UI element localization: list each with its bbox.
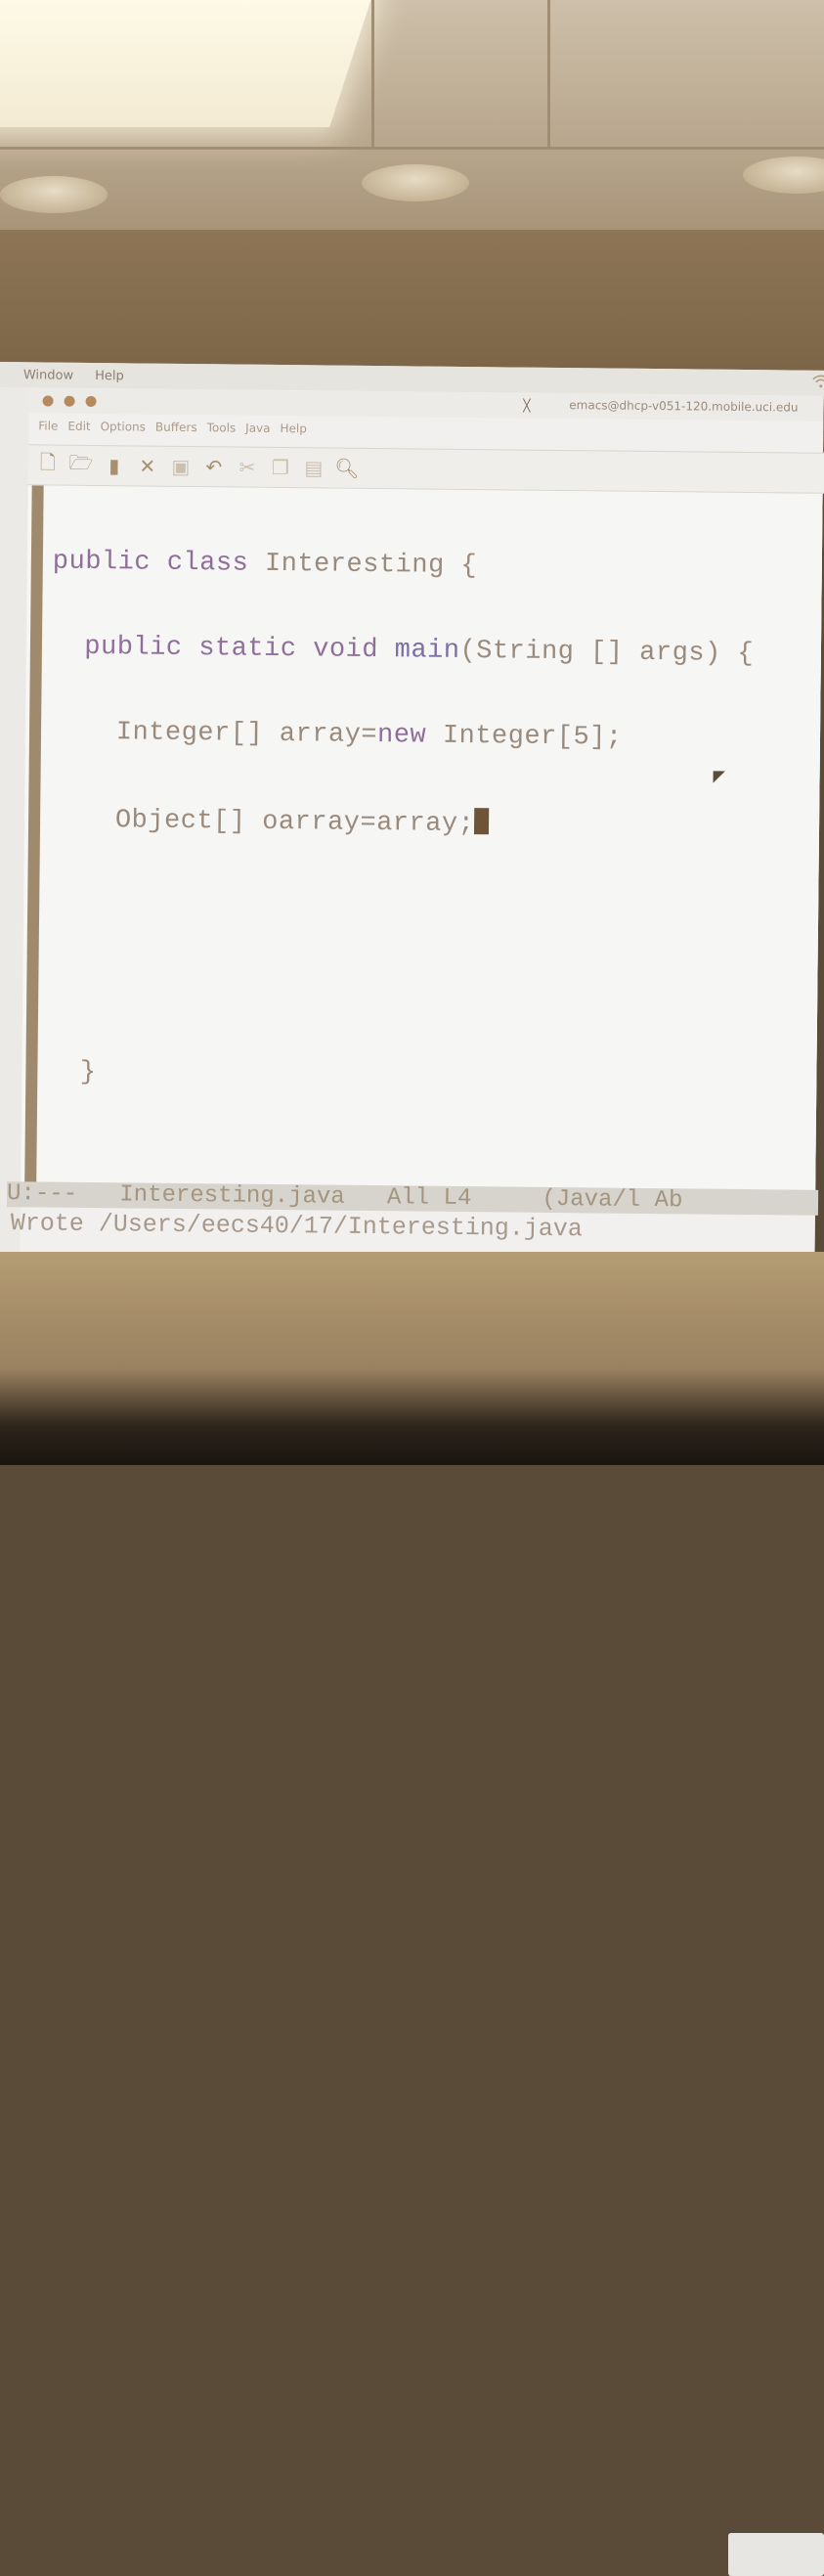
code-line: } bbox=[47, 1057, 749, 1095]
close-icon[interactable]: ✕ bbox=[136, 453, 159, 478]
code-text: } bbox=[47, 1057, 97, 1088]
menu-help[interactable]: Help bbox=[280, 422, 307, 435]
code-text: Integer[5]; bbox=[426, 721, 623, 753]
ceiling-tile-line bbox=[547, 0, 550, 147]
copy-icon[interactable]: ❐ bbox=[269, 455, 292, 480]
menu-buffers[interactable]: Buffers bbox=[155, 421, 197, 434]
code-text: Interesting { bbox=[248, 549, 478, 582]
new-file-icon[interactable]: 🗋 bbox=[36, 450, 60, 477]
ceiling-fixture bbox=[743, 156, 824, 194]
x11-icon: ╳ bbox=[523, 398, 531, 413]
minibuffer-message: Wrote /Users/eecs40/17/Interesting.java bbox=[10, 1209, 584, 1244]
keyword: new bbox=[376, 721, 427, 751]
minimize-window-button[interactable] bbox=[64, 395, 75, 407]
room-below-screen bbox=[0, 1252, 824, 2576]
menu-options[interactable]: Options bbox=[101, 420, 146, 433]
menu-java[interactable]: Java bbox=[245, 422, 271, 435]
keyword: public bbox=[84, 632, 183, 663]
zoom-window-button[interactable] bbox=[85, 395, 97, 408]
editor-buffer[interactable]: public class Interesting { public static… bbox=[21, 485, 823, 1343]
search-icon[interactable]: 🔍︎ bbox=[334, 456, 360, 481]
ceiling-fixture bbox=[362, 164, 469, 201]
code-text: Object[] oarray=array; bbox=[49, 805, 475, 840]
wifi-icon[interactable] bbox=[812, 375, 824, 388]
room-ceiling bbox=[0, 0, 824, 230]
emacs-window: ╳ emacs@dhcp-v051-120.mobile.uci.edu Fil… bbox=[6, 387, 824, 1343]
cut-icon[interactable]: ✂ bbox=[236, 455, 259, 480]
menu-edit[interactable]: Edit bbox=[67, 420, 90, 433]
editor-fringe bbox=[24, 485, 44, 1190]
projected-screen: Window Help ╳ emacs@dhcp-v051-120.mobile… bbox=[0, 362, 824, 1343]
save-icon[interactable]: ▮ bbox=[103, 453, 126, 478]
ceiling-fixture bbox=[0, 176, 108, 213]
keyword: class bbox=[166, 548, 249, 579]
mouse-pointer-icon: ◤ bbox=[713, 766, 726, 785]
room-wall bbox=[0, 230, 824, 377]
ceiling-light-panel bbox=[0, 0, 374, 127]
paste-icon[interactable]: ▤ bbox=[302, 455, 325, 480]
menu-file[interactable]: File bbox=[38, 419, 58, 432]
modeline-status: U:--- bbox=[6, 1180, 78, 1208]
ceiling-tile-line bbox=[371, 0, 374, 147]
mac-menu-window[interactable]: Window bbox=[23, 368, 73, 383]
ceiling-tile-line bbox=[0, 147, 824, 150]
mac-menu-help[interactable]: Help bbox=[95, 369, 124, 383]
keyword: static bbox=[198, 634, 297, 665]
desktop-widget bbox=[728, 2533, 824, 2576]
keyword: public bbox=[52, 547, 152, 578]
function-name: main bbox=[394, 636, 460, 666]
open-folder-icon[interactable]: 🗁 bbox=[68, 451, 93, 478]
code-line: Integer[] array=new Integer[5]; bbox=[50, 717, 753, 755]
code-text: Integer[] array= bbox=[50, 717, 378, 751]
window-title: emacs@dhcp-v051-120.mobile.uci.edu bbox=[569, 398, 799, 415]
code-text: (String [] args) { bbox=[459, 636, 755, 670]
modeline-position: All L4 bbox=[386, 1184, 472, 1213]
modeline-buffer-name: Interesting.java bbox=[119, 1181, 345, 1211]
code-line: public class Interesting { bbox=[52, 547, 755, 585]
text-cursor bbox=[474, 808, 490, 835]
close-window-button[interactable] bbox=[42, 395, 54, 407]
keyword: void bbox=[313, 635, 379, 666]
undo-icon[interactable]: ↶ bbox=[202, 454, 226, 479]
save-as-icon[interactable]: ▣ bbox=[169, 454, 193, 479]
menu-tools[interactable]: Tools bbox=[207, 421, 237, 434]
code-line: public static void main(String [] args) … bbox=[52, 632, 755, 670]
modeline-mode: (Java/l Ab bbox=[542, 1185, 683, 1215]
code-line: Object[] oarray=array; bbox=[49, 804, 752, 840]
